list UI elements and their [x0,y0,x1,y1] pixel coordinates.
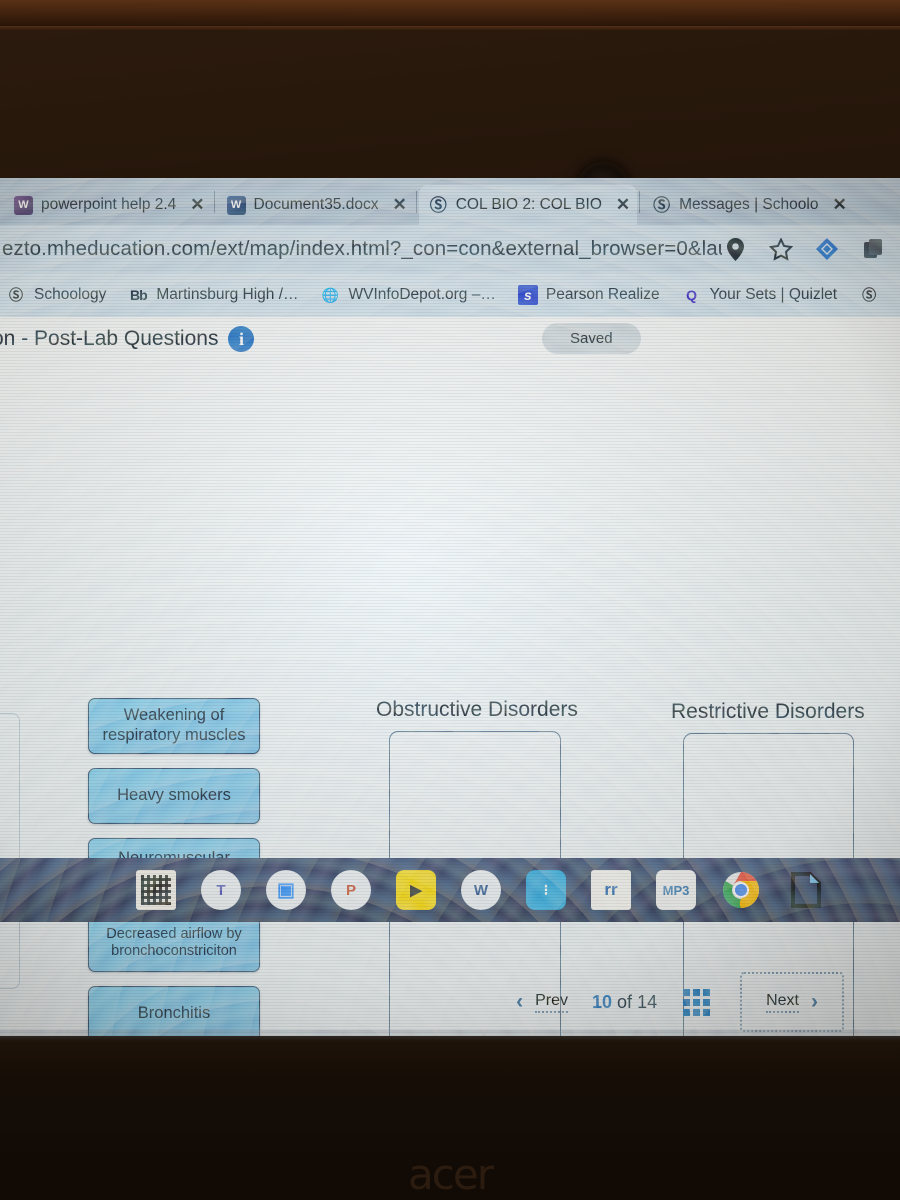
room-background [0,0,900,35]
next-label: Next [766,992,799,1013]
choice-card[interactable]: Heavy smokers [88,768,260,824]
powerpoint-icon[interactable]: P [331,870,371,910]
tab-separator [639,190,641,213]
location-pin-icon[interactable] [722,236,748,262]
close-icon[interactable]: ✕ [616,195,630,215]
microsoft-word-icon[interactable]: W [461,870,501,910]
bookmark-pearson-realize[interactable]: s Pearson Realize [517,285,660,305]
connect-question-page: on - Post-Lab Questions i Saved Weakenin… [0,317,900,1036]
bookmark-schoology-overflow[interactable]: Ⓢ [859,285,887,305]
google-chrome-icon[interactable] [721,870,761,910]
schoology-icon: Ⓢ [653,195,671,215]
left-panel-edge [0,713,20,989]
quizlet-icon: Q [686,287,698,303]
prev-button[interactable]: ‹ Prev [516,990,568,1014]
close-icon[interactable]: ✕ [190,195,204,215]
browser-tab-document35[interactable]: W Document35.docx ✕ [217,185,414,225]
bookmark-label: Your Sets | Quizlet [709,286,838,303]
address-bar-input[interactable]: ezto.mheducation.com/ext/map/index.html?… [0,237,722,261]
chromeos-shelf: T ▣ P ▶ W ⁝ rr MP3 [0,858,900,922]
bookmark-star-icon[interactable] [768,236,794,262]
bookmark-martinsburg-high[interactable]: Bb Martinsburg High /… [128,285,298,305]
tab-label: powerpoint help 2.4 [41,196,177,213]
extensions-puzzle-icon[interactable] [860,236,886,262]
globe-icon: 🌐 [321,286,340,303]
bookmark-schoology[interactable]: Ⓢ Schoology [6,285,106,305]
close-icon[interactable]: ✕ [832,195,846,215]
current-page-number: 10 [591,991,613,1012]
blue-diamond-extension-icon[interactable] [814,236,840,262]
microsoft-teams-icon[interactable]: T [201,870,241,910]
tab-separator [213,190,215,213]
question-navigation: ‹ Prev 10 of 14 Next › [0,969,900,1035]
of-label: of [617,991,633,1012]
zoom-icon[interactable]: ▣ [266,870,306,910]
browser-tab-strip: W powerpoint help 2.4 ✕ W Document35.doc… [0,178,900,225]
mp3-converter-icon[interactable]: MP3 [656,870,696,910]
chevron-left-icon: ‹ [516,990,524,1013]
total-pages-number: 14 [637,991,658,1012]
bookmark-label: Schoology [34,286,107,303]
dots-app-icon[interactable]: ⁝ [526,870,566,910]
tab-separator [415,190,417,213]
bookmark-quizlet[interactable]: Q Your Sets | Quizlet [682,285,838,305]
tab-label: Document35.docx [253,196,379,213]
choice-card[interactable]: Weakening of respiratory muscles [88,698,260,754]
word-document-icon: W [226,195,246,215]
question-header: on - Post-Lab Questions i Saved [0,317,900,361]
page-title: on - Post-Lab Questions [0,327,219,350]
choice-card[interactable]: Decreased airflow by bronchoconstriciton [88,914,260,972]
blackboard-icon: Bb [130,287,148,303]
screen-edge-shadow [0,1030,900,1042]
bookmarks-bar: Ⓢ Schoology Bb Martinsburg High /… 🌐 WVI… [0,273,900,317]
schoology-icon: Ⓢ [429,195,447,215]
laptop-photo: W powerpoint help 2.4 ✕ W Document35.doc… [0,0,900,1200]
page-counter: 10 of 14 [592,992,657,1013]
schoology-icon: Ⓢ [9,287,23,303]
webcam-row [0,90,900,214]
schoology-icon: Ⓢ [862,287,877,303]
rr-app-icon[interactable]: rr [591,870,631,910]
grid-menu-icon[interactable] [683,988,711,1016]
bookmark-label: Pearson Realize [545,286,660,303]
omnibox-row: ezto.mheducation.com/ext/map/index.html?… [0,225,900,273]
info-icon[interactable]: i [228,326,255,352]
bookmark-label: Martinsburg High /… [156,286,299,303]
tab-label: COL BIO 2: COL BIO [455,196,602,213]
column-heading-restrictive: Restrictive Disorders [671,700,865,723]
browser-tab-messages[interactable]: Ⓢ Messages | Schoolo ✕ [642,185,854,225]
bookmark-wvinfodepot[interactable]: 🌐 WVInfoDepot.org –… [321,285,496,305]
column-heading-obstructive: Obstructive Disorders [376,698,578,721]
acer-brand-logo: acer [408,1150,494,1199]
next-button[interactable]: Next › [740,972,844,1032]
close-icon[interactable]: ✕ [392,195,406,215]
tab-label: Messages | Schoolo [679,196,819,213]
browser-tab-powerpoint-help[interactable]: W powerpoint help 2.4 ✕ [4,185,212,225]
prev-label: Prev [535,992,568,1013]
pearson-icon: s [517,285,538,305]
files-app-icon[interactable] [786,870,826,910]
chevron-right-icon: › [811,990,818,1013]
browser-tab-col-bio[interactable]: Ⓢ COL BIO 2: COL BIO ✕ [418,185,638,225]
qr-code-app-icon[interactable] [136,870,176,910]
screencastify-icon[interactable]: ▶ [396,870,436,910]
status-badge: Saved [542,323,641,354]
word-document-icon: W [14,195,33,215]
bookmark-label: WVInfoDepot.org –… [348,286,496,303]
omnibox-actions [722,236,890,262]
